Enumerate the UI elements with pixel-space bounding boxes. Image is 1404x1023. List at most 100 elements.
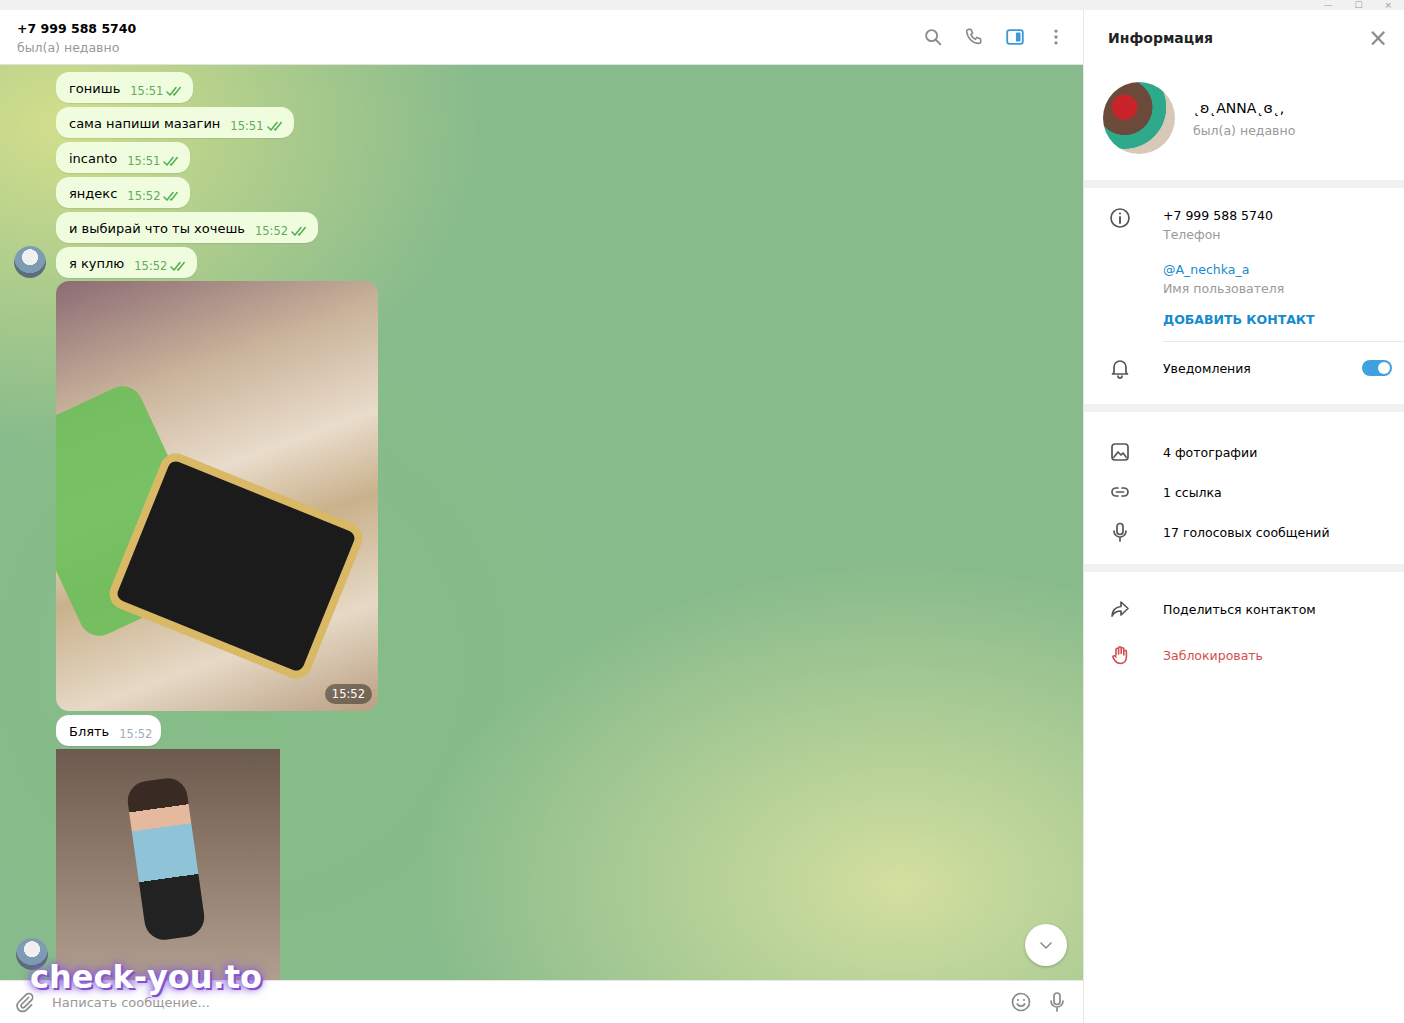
double-check-icon xyxy=(163,191,181,202)
section-separator xyxy=(1084,404,1404,412)
media-label: 4 фотографии xyxy=(1163,445,1257,460)
message-text: яндекс xyxy=(69,185,117,203)
share-row[interactable]: Поделиться контактом xyxy=(1084,586,1404,632)
message-row: incanto 15:51 xyxy=(12,141,1083,173)
avatar-slot xyxy=(12,246,56,278)
message-input[interactable] xyxy=(48,995,997,1010)
profile-avatar[interactable] xyxy=(1103,82,1175,154)
message-bubble[interactable]: и выбирай что ты хочешь15:52 xyxy=(56,212,318,243)
avatar-slot xyxy=(12,106,56,138)
message-meta: 15:51 xyxy=(127,154,181,168)
sender-avatar[interactable] xyxy=(14,246,46,278)
share-icon xyxy=(1108,597,1132,621)
microphone-icon[interactable] xyxy=(1045,990,1069,1014)
message-meta: 15:51 xyxy=(130,84,184,98)
message-row xyxy=(12,749,1083,980)
media-row[interactable]: 17 голосовых сообщений xyxy=(1084,512,1404,552)
action-label: Поделиться контактом xyxy=(1163,602,1316,617)
message-time: 15:52 xyxy=(127,189,160,203)
messages: гонишь15:51сама напиши мазагин15:51incan… xyxy=(0,65,1083,980)
media-row[interactable]: 1 ссылка xyxy=(1084,472,1404,512)
message-bubble[interactable]: яндекс 15:52 xyxy=(56,177,190,208)
photo-message[interactable]: 15:52 xyxy=(56,281,378,711)
divider xyxy=(1163,341,1404,342)
sidebar-toggle-icon[interactable] xyxy=(1004,26,1026,48)
message-text: гонишь xyxy=(69,80,120,98)
avatar-slot xyxy=(12,141,56,173)
avatar-slot xyxy=(12,679,56,711)
close-window-button[interactable]: × xyxy=(1384,0,1392,10)
message-row: Блять15:52 xyxy=(12,714,1083,746)
notifications-row[interactable]: Уведомления xyxy=(1084,342,1404,394)
media-label: 1 ссылка xyxy=(1163,485,1222,500)
info-header: Информация× xyxy=(1084,10,1404,65)
message-text: сама напиши мазагин xyxy=(69,115,220,133)
profile-status: был(а) недавно xyxy=(1193,123,1295,138)
contact-info: +7 999 588 5740 Телефон @A_nechka_aИмя пол… xyxy=(1084,188,1404,404)
close-button[interactable]: × xyxy=(1364,26,1392,50)
double-check-icon xyxy=(267,121,285,132)
avatar-slot xyxy=(12,211,56,243)
block-row[interactable]: Заблокировать xyxy=(1084,632,1404,678)
message-row: сама напиши мазагин 15:51 xyxy=(12,106,1083,138)
double-check-icon xyxy=(170,261,188,272)
message-bubble[interactable]: сама напиши мазагин 15:51 xyxy=(56,107,294,138)
double-check-icon xyxy=(163,156,181,167)
photos-icon xyxy=(1108,440,1132,464)
sender-avatar[interactable] xyxy=(16,938,48,970)
info-title: Информация xyxy=(1108,30,1364,46)
action-label: Заблокировать xyxy=(1163,648,1263,663)
phone-value[interactable]: +7 999 588 5740 xyxy=(1163,208,1392,223)
message-time: 15:52 xyxy=(119,727,152,741)
message-time: 15:51 xyxy=(130,84,163,98)
message-row: гонишь 15:51 xyxy=(12,71,1083,103)
phone-icon[interactable] xyxy=(963,26,985,48)
add-contact-button[interactable]: ДОБАВИТЬ КОНТАКТ xyxy=(1084,304,1404,341)
minimize-button[interactable]: — xyxy=(1323,0,1332,10)
toggle-knob xyxy=(1378,362,1390,374)
video-detail xyxy=(125,776,207,943)
username-value[interactable]: @A_nechka_a xyxy=(1163,262,1392,277)
phone-label: Телефон xyxy=(1163,227,1392,242)
double-check-icon xyxy=(291,226,309,237)
video-message[interactable] xyxy=(56,749,280,980)
message-bubble[interactable]: Блять15:52 xyxy=(56,715,161,746)
shared-media: 4 фотографии 1 ссылка 17 голосовых сообщен… xyxy=(1084,412,1404,564)
scroll-down-button[interactable] xyxy=(1025,924,1067,966)
info-icon xyxy=(1108,206,1132,230)
chat-title-block[interactable]: +7 999 588 5740 был(а) недавно xyxy=(17,19,922,55)
message-bubble[interactable]: гонишь 15:51 xyxy=(56,72,193,103)
media-row[interactable]: 4 фотографии xyxy=(1084,432,1404,472)
message-bubble[interactable]: я куплю15:52 xyxy=(56,247,197,278)
message-time: 15:51 xyxy=(127,154,160,168)
message-list: гонишь15:51сама напиши мазагин15:51incan… xyxy=(0,65,1083,980)
search-icon[interactable] xyxy=(922,26,944,48)
message-meta: 15:51 xyxy=(230,119,284,133)
notifications-toggle[interactable] xyxy=(1362,360,1392,376)
watermark: check-you.to xyxy=(30,957,262,997)
chat-status: был(а) недавно xyxy=(17,40,922,55)
message-row: 15:52 xyxy=(12,281,1083,711)
bell-icon xyxy=(1108,356,1132,380)
emoji-icon[interactable] xyxy=(1009,990,1033,1014)
message-meta: 15:52 xyxy=(119,727,152,741)
chevron-down-icon[interactable] xyxy=(1036,935,1056,955)
maximize-button[interactable]: ☐ xyxy=(1354,0,1362,10)
message-meta: 15:52 xyxy=(127,189,181,203)
phone-row[interactable]: +7 999 588 5740 Телефон xyxy=(1084,202,1404,250)
chat-title[interactable]: +7 999 588 5740 xyxy=(17,21,922,36)
avatar-slot xyxy=(12,71,56,103)
chat-view: +7 999 588 5740 был(а) недавно гонишь 15:51… xyxy=(0,10,1084,1023)
message-bubble[interactable]: incanto 15:51 xyxy=(56,142,190,173)
username-row[interactable]: @A_nechka_aИмя пользователя xyxy=(1084,250,1404,304)
paperclip-icon[interactable] xyxy=(12,990,36,1014)
more-icon[interactable] xyxy=(1045,26,1067,48)
notifications-label: Уведомления xyxy=(1163,361,1362,376)
message-row: и выбирай что ты хочешь15:52 xyxy=(12,211,1083,243)
message-text: incanto xyxy=(69,150,117,168)
avatar-slot xyxy=(12,714,56,746)
section-separator xyxy=(1084,564,1404,572)
voice-icon xyxy=(1108,520,1132,544)
double-check-icon xyxy=(166,86,184,97)
links-icon xyxy=(1108,480,1132,504)
